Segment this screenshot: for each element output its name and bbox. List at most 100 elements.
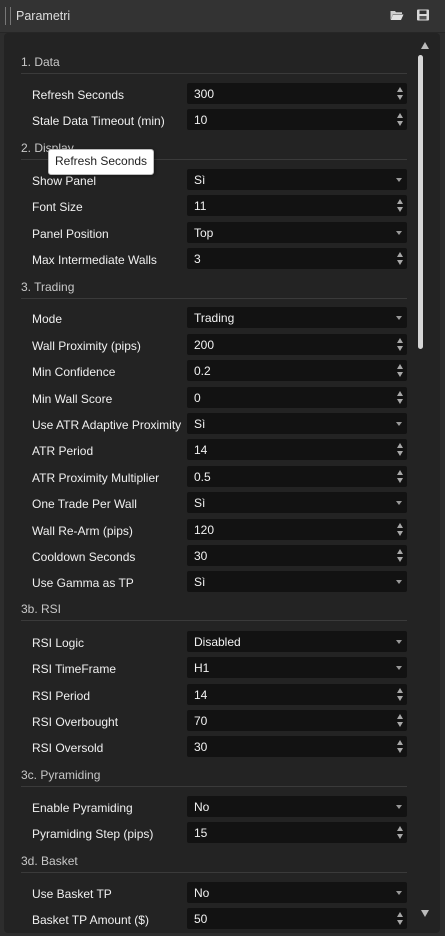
param-row-min-confidence: Min Confidence 0.2 — [20, 360, 408, 384]
use-atr-adaptive-select[interactable]: Sì — [187, 413, 407, 434]
rsi-overbought-stepper[interactable]: 70 — [187, 710, 407, 731]
param-row-min-wall-score: Min Wall Score 0 — [20, 387, 408, 411]
param-label: Pyramiding Step (pips) — [32, 827, 154, 841]
scrollbar-thumb[interactable] — [418, 55, 423, 349]
spin-up-icon[interactable] — [397, 391, 403, 396]
spin-down-icon[interactable] — [397, 95, 403, 100]
min-wall-score-stepper[interactable]: 0 — [187, 387, 407, 408]
atr-period-stepper[interactable]: 14 — [187, 439, 407, 460]
spin-down-icon[interactable] — [397, 478, 403, 483]
spin-up-icon[interactable] — [397, 714, 403, 719]
min-confidence-stepper[interactable]: 0.2 — [187, 360, 407, 381]
spin-up-icon[interactable] — [397, 740, 403, 745]
panel-position-select[interactable]: Top — [187, 222, 407, 243]
param-label: One Trade Per Wall — [32, 497, 137, 511]
refresh-seconds-stepper[interactable]: 300 — [187, 83, 407, 104]
rsi-oversold-stepper[interactable]: 30 — [187, 736, 407, 757]
wall-rearm-stepper[interactable]: 120 — [187, 519, 407, 540]
spin-down-icon[interactable] — [397, 260, 403, 265]
chevron-down-icon[interactable] — [396, 666, 402, 670]
cooldown-seconds-stepper[interactable]: 30 — [187, 545, 407, 566]
spin-up-icon[interactable] — [397, 523, 403, 528]
rsi-period-stepper[interactable]: 14 — [187, 684, 407, 705]
param-value: Sì — [194, 575, 206, 589]
spin-down-icon[interactable] — [397, 372, 403, 377]
spin-up-icon[interactable] — [397, 252, 403, 257]
spin-down-icon[interactable] — [397, 531, 403, 536]
chevron-down-icon[interactable] — [396, 422, 402, 426]
chevron-down-icon[interactable] — [396, 231, 402, 235]
spin-up-icon[interactable] — [397, 113, 403, 118]
param-row-enable-pyramiding: Enable Pyramiding No — [20, 796, 408, 820]
param-label: ATR Proximity Multiplier — [32, 471, 160, 485]
show-panel-select[interactable]: Sì — [187, 169, 407, 190]
spin-up-icon[interactable] — [397, 364, 403, 369]
max-intermediate-walls-stepper[interactable]: 3 — [187, 248, 407, 269]
param-label: Basket TP Amount ($) — [32, 913, 149, 927]
param-label: Max Intermediate Walls — [32, 253, 157, 267]
scroll-up-icon[interactable] — [421, 42, 429, 49]
spin-down-icon[interactable] — [397, 399, 403, 404]
spin-up-icon[interactable] — [397, 338, 403, 343]
window-title: Parametri — [16, 9, 71, 23]
chevron-down-icon[interactable] — [396, 580, 402, 584]
rsi-timeframe-select[interactable]: H1 — [187, 657, 407, 678]
use-gamma-as-tp-select[interactable]: Sì — [187, 571, 407, 592]
param-label: Use Gamma as TP — [32, 576, 134, 590]
spin-down-icon[interactable] — [397, 834, 403, 839]
param-value: 3 — [194, 252, 201, 266]
spin-down-icon[interactable] — [397, 557, 403, 562]
param-row-atr-proximity-multiplier: ATR Proximity Multiplier 0.5 — [20, 466, 408, 490]
wall-proximity-stepper[interactable]: 200 — [187, 334, 407, 355]
drag-grip-icon[interactable] — [5, 7, 11, 25]
section-header-data: 1. Data — [21, 54, 407, 74]
atr-proximity-multiplier-stepper[interactable]: 0.5 — [187, 466, 407, 487]
spin-up-icon[interactable] — [397, 199, 403, 204]
chevron-down-icon[interactable] — [396, 805, 402, 809]
use-basket-tp-select[interactable]: No — [187, 882, 407, 903]
spin-up-icon[interactable] — [397, 470, 403, 475]
spin-down-icon[interactable] — [397, 748, 403, 753]
spin-down-icon[interactable] — [397, 207, 403, 212]
font-size-stepper[interactable]: 11 — [187, 195, 407, 216]
spin-down-icon[interactable] — [397, 346, 403, 351]
param-value: H1 — [194, 661, 210, 675]
chevron-down-icon[interactable] — [396, 316, 402, 320]
spin-down-icon[interactable] — [397, 722, 403, 727]
rsi-logic-select[interactable]: Disabled — [187, 631, 407, 652]
spin-down-icon[interactable] — [397, 920, 403, 925]
spin-down-icon[interactable] — [397, 121, 403, 126]
chevron-down-icon[interactable] — [396, 501, 402, 505]
spin-up-icon[interactable] — [397, 826, 403, 831]
chevron-down-icon[interactable] — [396, 891, 402, 895]
chevron-down-icon[interactable] — [396, 640, 402, 644]
spin-up-icon[interactable] — [397, 87, 403, 92]
param-label: RSI Logic — [32, 636, 85, 650]
param-value: 0 — [194, 391, 201, 405]
section-header-pyramiding: 3c. Pyramiding — [21, 767, 407, 787]
param-row-cooldown-seconds: Cooldown Seconds 30 — [20, 545, 408, 569]
mode-select[interactable]: Trading — [187, 307, 407, 328]
spin-up-icon[interactable] — [397, 443, 403, 448]
spin-down-icon[interactable] — [397, 451, 403, 456]
spin-up-icon[interactable] — [397, 688, 403, 693]
parameters-list: 1. Data Refresh Seconds 300 Stale Data T… — [4, 33, 414, 933]
vertical-scrollbar[interactable] — [414, 33, 438, 933]
param-value: 0.5 — [194, 470, 211, 484]
param-row-rsi-overbought: RSI Overbought 70 — [20, 710, 408, 734]
stale-data-timeout-stepper[interactable]: 10 — [187, 109, 407, 130]
spin-up-icon[interactable] — [397, 912, 403, 917]
spin-down-icon[interactable] — [397, 696, 403, 701]
spin-up-icon[interactable] — [397, 549, 403, 554]
chevron-down-icon[interactable] — [396, 178, 402, 182]
basket-tp-amount-stepper[interactable]: 50 — [187, 908, 407, 929]
one-trade-per-wall-select[interactable]: Sì — [187, 492, 407, 513]
folder-open-icon[interactable] — [390, 9, 404, 21]
enable-pyramiding-select[interactable]: No — [187, 796, 407, 817]
param-row-use-gamma-as-tp: Use Gamma as TP Sì — [20, 571, 408, 595]
scroll-down-icon[interactable] — [421, 910, 429, 917]
param-row-refresh-seconds: Refresh Seconds 300 — [20, 83, 408, 107]
save-icon[interactable] — [416, 9, 430, 21]
pyramiding-step-stepper[interactable]: 15 — [187, 822, 407, 843]
param-row-rsi-timeframe: RSI TimeFrame H1 — [20, 657, 408, 681]
